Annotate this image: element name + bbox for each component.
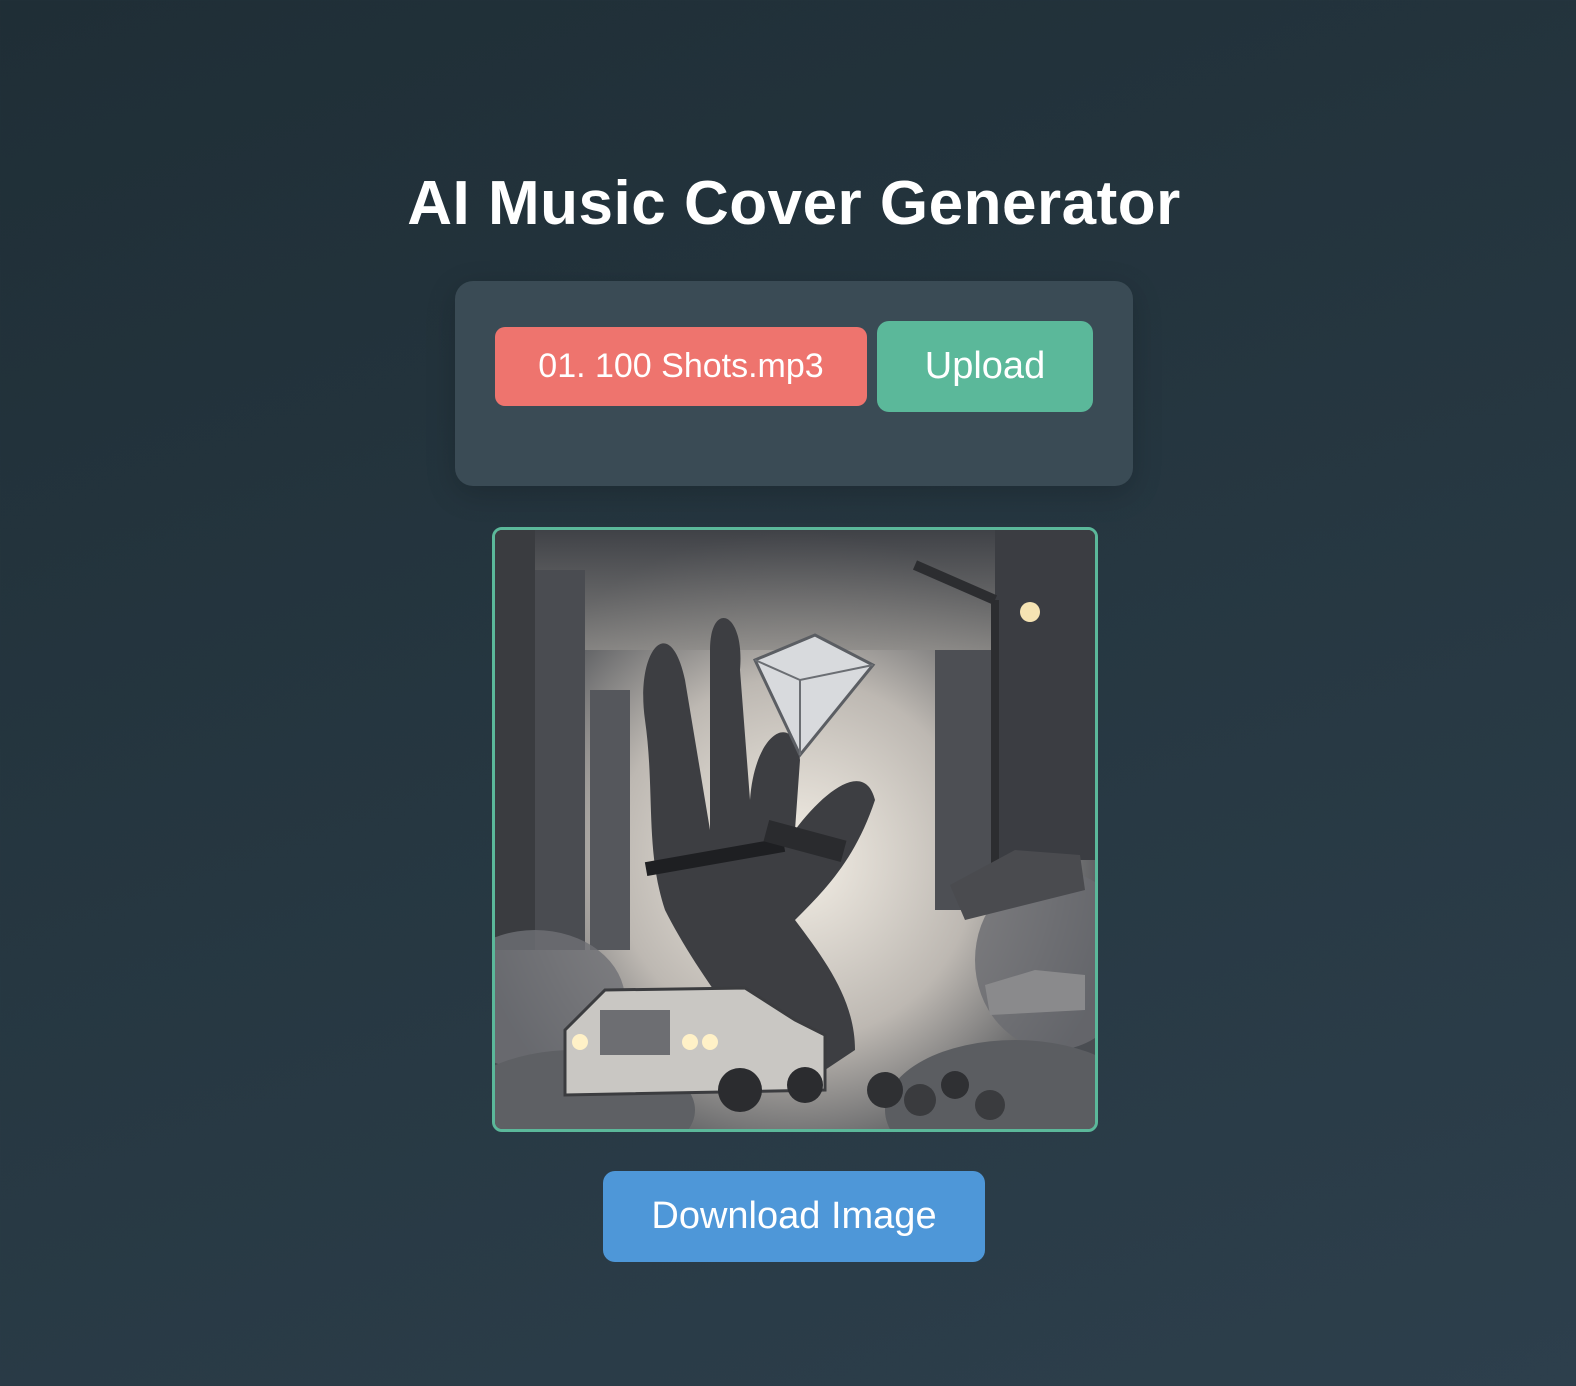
upload-button[interactable]: Upload: [877, 321, 1093, 412]
upload-panel: 01. 100 Shots.mp3 Upload: [455, 281, 1133, 486]
download-image-button[interactable]: Download Image: [603, 1171, 985, 1262]
selected-file-chip[interactable]: 01. 100 Shots.mp3: [495, 327, 867, 406]
cover-illustration: [495, 530, 1095, 1129]
generated-cover-image: [492, 527, 1098, 1132]
page-title: AI Music Cover Generator: [407, 169, 1181, 238]
